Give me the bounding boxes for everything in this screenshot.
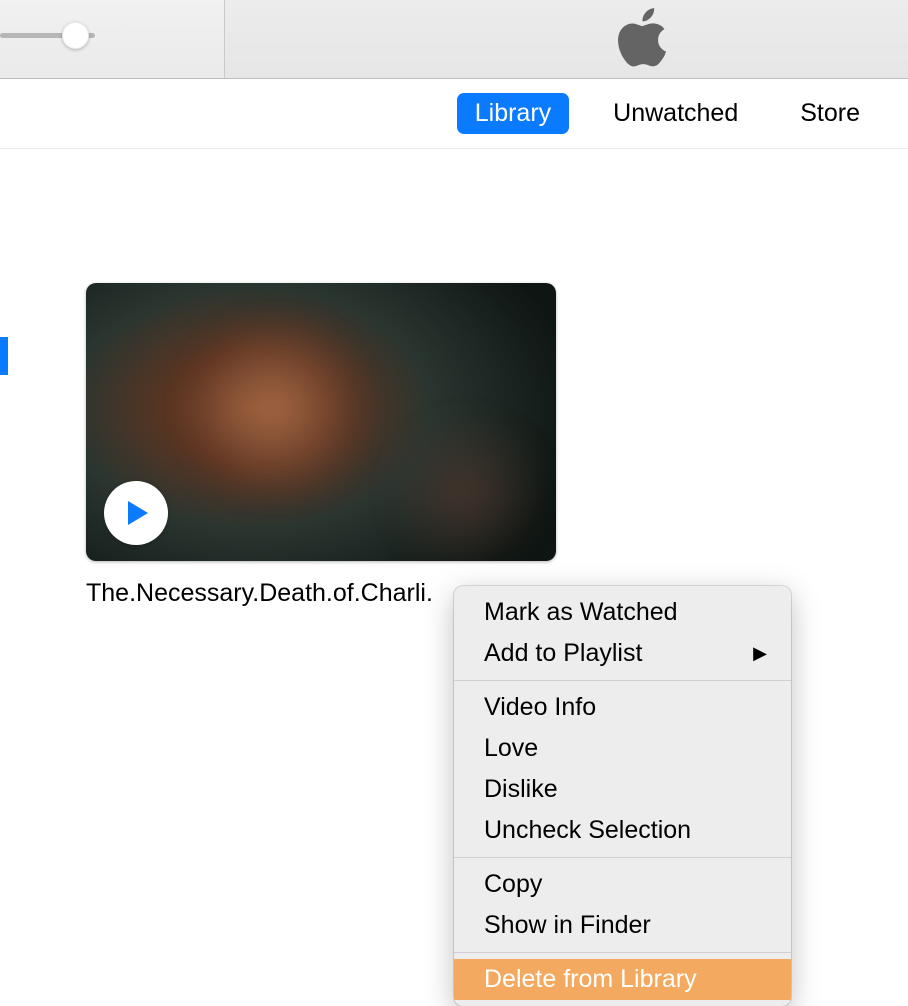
menu-copy[interactable]: Copy [454, 864, 791, 905]
volume-slider-knob[interactable] [62, 22, 89, 49]
menu-item-label: Love [484, 731, 538, 766]
menu-separator [454, 952, 791, 953]
menu-add-to-playlist[interactable]: Add to Playlist ▶ [454, 633, 791, 674]
menu-delete-from-library[interactable]: Delete from Library [454, 959, 791, 1000]
menu-item-label: Delete from Library [484, 962, 697, 997]
toolbar [0, 0, 908, 79]
apple-logo-icon [618, 8, 672, 75]
sidebar-selection-indicator [0, 337, 8, 375]
video-item[interactable]: The.Necessary.Death.of.Charli. [86, 283, 556, 608]
tab-unwatched[interactable]: Unwatched [595, 93, 756, 134]
play-icon [126, 499, 150, 527]
volume-slider-area [0, 0, 225, 78]
menu-item-label: Video Info [484, 690, 596, 725]
menu-video-info[interactable]: Video Info [454, 687, 791, 728]
submenu-arrow-icon: ▶ [753, 641, 767, 666]
video-thumbnail[interactable] [86, 283, 556, 561]
menu-dislike[interactable]: Dislike [454, 769, 791, 810]
content-area: The.Necessary.Death.of.Charli. Mark as W… [0, 148, 908, 874]
menu-item-label: Add to Playlist [484, 636, 642, 671]
play-button[interactable] [104, 481, 168, 545]
menu-uncheck-selection[interactable]: Uncheck Selection [454, 810, 791, 851]
tab-library[interactable]: Library [457, 93, 569, 134]
menu-love[interactable]: Love [454, 728, 791, 769]
menu-item-label: Mark as Watched [484, 595, 678, 630]
menu-item-label: Show in Finder [484, 908, 651, 943]
menu-item-label: Dislike [484, 772, 558, 807]
menu-separator [454, 857, 791, 858]
menu-show-in-finder[interactable]: Show in Finder [454, 905, 791, 946]
menu-separator [454, 680, 791, 681]
nav-tabs: Library Unwatched Store [0, 79, 908, 148]
menu-item-label: Copy [484, 867, 542, 902]
menu-mark-watched[interactable]: Mark as Watched [454, 592, 791, 633]
tab-store[interactable]: Store [782, 93, 878, 134]
menu-item-label: Uncheck Selection [484, 813, 691, 848]
context-menu: Mark as Watched Add to Playlist ▶ Video … [454, 586, 791, 1006]
